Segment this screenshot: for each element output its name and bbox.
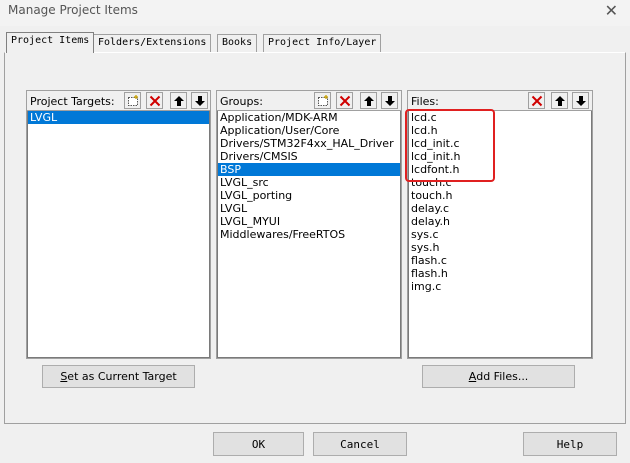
tab-project-items[interactable]: Project Items [6, 32, 95, 53]
delete-icon [149, 95, 160, 106]
list-item[interactable]: Middlewares/FreeRTOS [218, 228, 400, 241]
list-item[interactable]: sys.h [409, 241, 591, 254]
new-icon [127, 94, 138, 106]
set-target-label: et as Current Target [67, 370, 177, 383]
ok-button[interactable]: OK [213, 432, 304, 456]
add-files-button[interactable]: Add Files... [422, 365, 575, 388]
list-item[interactable]: Application/MDK-ARM [218, 111, 400, 124]
groups-box: Groups: Application/MDK-ARM Application/… [216, 90, 402, 359]
list-item[interactable]: lcd_init.h [409, 150, 591, 163]
list-item[interactable]: LVGL_porting [218, 189, 400, 202]
list-item[interactable]: Drivers/CMSIS [218, 150, 400, 163]
move-up-icon [554, 95, 565, 106]
move-up-icon [363, 95, 374, 106]
list-item[interactable]: lcd.c [409, 111, 591, 124]
close-icon[interactable]: ✕ [605, 1, 618, 20]
tab-books[interactable]: Books [217, 34, 258, 52]
project-targets-box: Project Targets: LVGL [26, 90, 211, 359]
new-group-button[interactable] [314, 92, 331, 109]
window-title: Manage Project Items [8, 3, 138, 17]
list-item[interactable]: BSP [218, 163, 400, 176]
list-item[interactable]: touch.h [409, 189, 591, 202]
move-down-icon [384, 95, 395, 106]
list-item[interactable]: LVGL_src [218, 176, 400, 189]
move-down-icon [575, 95, 586, 106]
add-files-label: dd Files... [476, 370, 529, 383]
new-target-button[interactable] [124, 92, 141, 109]
list-item[interactable]: flash.c [409, 254, 591, 267]
move-down-group-button[interactable] [381, 92, 398, 109]
tab-folders-extensions[interactable]: Folders/Extensions [93, 34, 212, 52]
list-item[interactable]: touch.c [409, 176, 591, 189]
move-down-target-button[interactable] [191, 92, 208, 109]
groups-list[interactable]: Application/MDK-ARM Application/User/Cor… [217, 111, 401, 358]
list-item[interactable]: img.c [409, 280, 591, 293]
list-item[interactable]: lcdfont.h [409, 163, 591, 176]
add-files-accel: A [468, 370, 477, 383]
tab-project-info-layer[interactable]: Project Info/Layer [263, 34, 382, 52]
move-down-icon [194, 95, 205, 106]
delete-file-button[interactable] [528, 92, 545, 109]
delete-group-button[interactable] [336, 92, 353, 109]
list-item[interactable]: Application/User/Core [218, 124, 400, 137]
files-box: Files: lcd.c lcd.h lcd_init.c lcd_init.h… [407, 90, 593, 359]
files-list[interactable]: lcd.c lcd.h lcd_init.c lcd_init.h lcdfon… [408, 111, 592, 358]
list-item[interactable]: lcd_init.c [409, 137, 591, 150]
new-icon [317, 94, 328, 106]
help-button[interactable]: Help [523, 432, 617, 456]
set-target-accel: S [60, 370, 68, 383]
groups-header: Groups: [217, 91, 401, 111]
move-up-icon [173, 95, 184, 106]
files-label: Files: [411, 95, 439, 108]
list-item[interactable]: LVGL [218, 202, 400, 215]
move-up-file-button[interactable] [551, 92, 568, 109]
delete-target-button[interactable] [146, 92, 163, 109]
list-item[interactable]: Drivers/STM32F4xx_HAL_Driver [218, 137, 400, 150]
delete-icon [531, 95, 542, 106]
list-item[interactable]: delay.c [409, 202, 591, 215]
title-bar: Manage Project Items ✕ [0, 0, 630, 26]
project-targets-label: Project Targets: [30, 95, 115, 108]
delete-icon [339, 95, 350, 106]
move-down-file-button[interactable] [572, 92, 589, 109]
list-item[interactable]: LVGL [28, 111, 209, 124]
list-item[interactable]: lcd.h [409, 124, 591, 137]
move-up-target-button[interactable] [170, 92, 187, 109]
cancel-button[interactable]: Cancel [313, 432, 407, 456]
list-item[interactable]: flash.h [409, 267, 591, 280]
set-current-target-button[interactable]: Set as Current Target [42, 365, 195, 388]
groups-label: Groups: [220, 95, 263, 108]
targets-list[interactable]: LVGL [27, 111, 210, 358]
list-item[interactable]: sys.c [409, 228, 591, 241]
list-item[interactable]: delay.h [409, 215, 591, 228]
project-targets-header: Project Targets: [27, 91, 210, 111]
list-item[interactable]: LVGL_MYUI [218, 215, 400, 228]
files-header: Files: [408, 91, 592, 111]
move-up-group-button[interactable] [360, 92, 377, 109]
